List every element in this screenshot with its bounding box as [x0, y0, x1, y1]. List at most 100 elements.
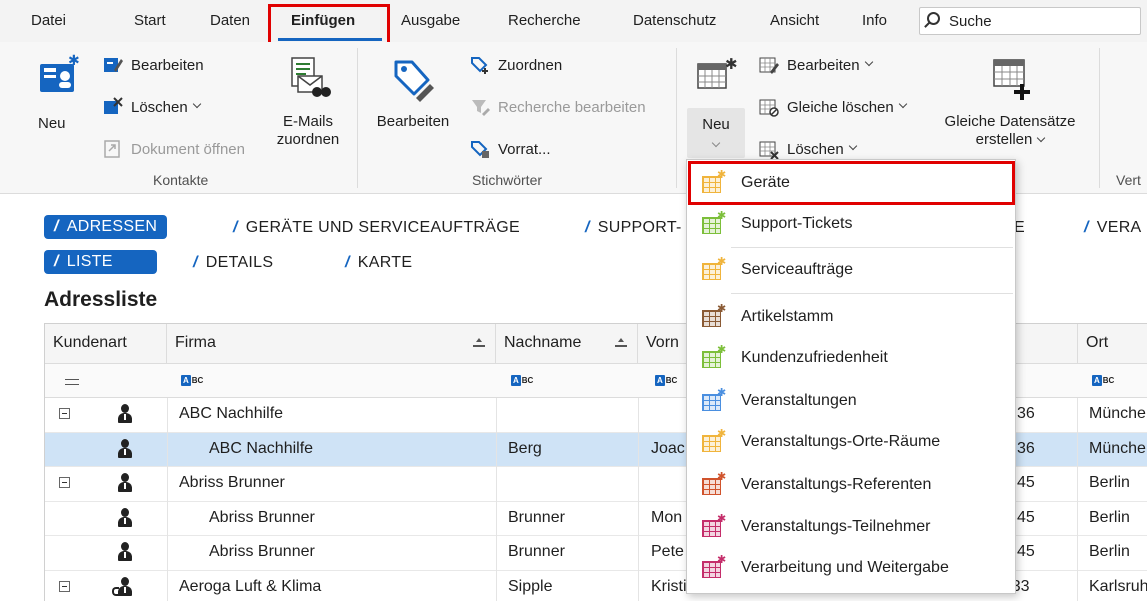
calendar-remove-icon	[759, 139, 779, 160]
dropdown-item-label: Support-Tickets	[741, 215, 853, 232]
contact-card-new-icon: ✱	[40, 53, 80, 92]
search-icon	[927, 12, 940, 25]
datensatz-neu-label: Neu	[702, 116, 730, 133]
search-input[interactable]: Suche	[919, 7, 1141, 35]
cell-firma: ABC Nachhilfe	[209, 439, 314, 457]
group-label-stichwoerter: Stichwörter	[472, 172, 543, 188]
tab-ausgabe[interactable]: Ausgabe	[401, 12, 460, 29]
kontakte-loeschen-button[interactable]: Löschen	[103, 97, 201, 117]
subtab-karte-label: KARTE	[357, 254, 413, 271]
tab-start[interactable]: Start	[134, 12, 166, 29]
cell-firma: Aeroga Luft & Klima	[179, 577, 322, 595]
tab-datei[interactable]: Datei	[31, 12, 66, 29]
calendar-grid-icon: ✱	[702, 257, 726, 280]
calendar-duplicate-icon	[993, 59, 1030, 100]
sort-icon[interactable]	[473, 338, 485, 348]
tab-ansicht[interactable]: Ansicht	[770, 12, 819, 29]
subtab-karte[interactable]: / KARTE	[345, 254, 412, 272]
chevron-down-icon	[848, 141, 857, 151]
col-header-ort[interactable]: Ort	[1077, 324, 1147, 364]
tab-recherche[interactable]: Recherche	[508, 12, 581, 29]
cell-plz: 45	[1017, 508, 1035, 526]
dropdown-item[interactable]: ✱ Support-Tickets	[687, 204, 1015, 244]
tab-vera-label: VERA	[1096, 219, 1142, 236]
tag-add-icon	[470, 55, 490, 75]
sort-icon[interactable]	[615, 338, 627, 348]
tab-adressen[interactable]: / ADRESSEN	[44, 215, 168, 239]
dropdown-item[interactable]: ✱ Kundenzufriedenheit	[687, 338, 1015, 378]
dropdown-item[interactable]: ✱ Artikelstamm	[687, 297, 1015, 337]
subtab-details[interactable]: / DETAILS	[193, 254, 273, 272]
col-header-kundenart[interactable]: Kundenart	[45, 324, 167, 364]
dropdown-item-label: Veranstaltungs-Orte-Räume	[741, 433, 941, 450]
filter-equals-icon[interactable]	[65, 379, 79, 385]
cell-ort: Münche	[1089, 439, 1146, 457]
dropdown-item[interactable]: ✱ Serviceaufträge	[687, 250, 1015, 290]
cell-vorname: Joac	[651, 439, 685, 457]
tab-vera[interactable]: / VERA	[1084, 219, 1142, 237]
cell-nachname: Brunner	[508, 543, 565, 560]
text-filter-icon[interactable]: A BC	[511, 375, 533, 386]
chevron-down-icon	[898, 99, 907, 109]
calendar-new-icon: ✱	[697, 55, 738, 89]
tab-datenschutz[interactable]: Datenschutz	[633, 12, 716, 29]
cell-ort: Münche	[1089, 405, 1146, 422]
person-icon	[117, 404, 133, 424]
dropdown-separator	[731, 293, 1013, 294]
highlight-box-geraete	[688, 161, 1015, 205]
datensatz-bearbeiten-button[interactable]: Bearbeiten	[759, 55, 873, 75]
kontakte-loeschen-label: Löschen	[131, 98, 188, 116]
dropdown-item[interactable]: ✱ Veranstaltungs-Referenten	[687, 465, 1015, 505]
dokument-oeffnen-button[interactable]: Dokument öffnen	[103, 139, 245, 159]
calendar-grid-icon: ✱	[702, 304, 726, 327]
person-icon	[117, 542, 133, 562]
gleiche-datensaetze-button[interactable]: Gleiche Datensätze erstellen	[938, 54, 1082, 149]
grid-divider	[167, 398, 168, 601]
chevron-down-icon	[864, 57, 873, 67]
subtab-liste[interactable]: / LISTE	[44, 250, 157, 274]
subtab-details-label: DETAILS	[205, 254, 274, 271]
person-icon	[117, 438, 133, 459]
grid-divider	[638, 398, 639, 601]
grid-divider	[1077, 398, 1078, 601]
dropdown-item-label: Veranstaltungs-Teilnehmer	[741, 518, 931, 535]
calendar-grid-icon: ✱	[702, 555, 726, 578]
emails-zuordnen-button[interactable]: E-Mails zuordnen	[268, 54, 348, 149]
datensatz-neu-button[interactable]: ✱ Neu	[690, 54, 742, 154]
cell-plz: 36	[1017, 405, 1035, 422]
tag-edit-icon	[394, 60, 434, 102]
tab-geraete[interactable]: / GERÄTE UND SERVICEAUFTRÄGE	[233, 219, 520, 237]
text-filter-icon[interactable]: A BC	[181, 375, 203, 386]
text-filter-icon[interactable]: A BC	[655, 375, 677, 386]
tab-daten[interactable]: Daten	[210, 12, 250, 29]
email-assign-icon	[291, 57, 331, 97]
recherche-bearbeiten-button[interactable]: Recherche bearbeiten	[470, 97, 646, 117]
dropdown-item[interactable]: ✱ Veranstaltungen	[687, 381, 1015, 421]
datensatz-loeschen-button[interactable]: Löschen	[759, 139, 857, 160]
calendar-edit-icon	[759, 55, 779, 75]
col-header-nachname[interactable]: Nachname	[496, 324, 638, 364]
dropdown-item[interactable]: ✱ Verarbeitung und Weitergabe	[687, 548, 1015, 588]
person-icon	[117, 507, 133, 528]
dropdown-item[interactable]: ✱ Veranstaltungs-Teilnehmer	[687, 507, 1015, 547]
kontakte-bearbeiten-button[interactable]: Bearbeiten	[103, 55, 204, 75]
group-label-vert: Vert	[1116, 172, 1141, 188]
col-header-firma[interactable]: Firma	[167, 324, 496, 364]
gleiche-loeschen-button[interactable]: Gleiche löschen	[759, 97, 907, 117]
zuordnen-button[interactable]: Zuordnen	[470, 55, 562, 75]
stichwoerter-bearbeiten-button[interactable]: Bearbeiten	[372, 54, 454, 131]
collapse-icon[interactable]	[59, 580, 70, 592]
collapse-icon[interactable]	[59, 408, 70, 419]
cell-plz: 45	[1017, 543, 1035, 560]
tab-support[interactable]: / SUPPORT-	[585, 219, 682, 237]
dropdown-item[interactable]: ✱ Veranstaltungs-Orte-Räume	[687, 422, 1015, 462]
kontakte-neu-button[interactable]: ✱ Neu	[38, 53, 82, 133]
collapse-icon[interactable]	[59, 477, 70, 488]
neu-dropdown-menu: ✱ Geräte ✱ Support-Tickets ✱ Serviceaufträge ✱…	[686, 159, 1016, 594]
svg-text:✱: ✱	[725, 55, 738, 73]
grid-divider	[496, 398, 497, 601]
tab-info[interactable]: Info	[862, 12, 887, 29]
text-filter-icon[interactable]: A BC	[1092, 375, 1114, 386]
open-document-icon	[103, 139, 123, 159]
vorrat-button[interactable]: Vorrat...	[470, 139, 551, 159]
